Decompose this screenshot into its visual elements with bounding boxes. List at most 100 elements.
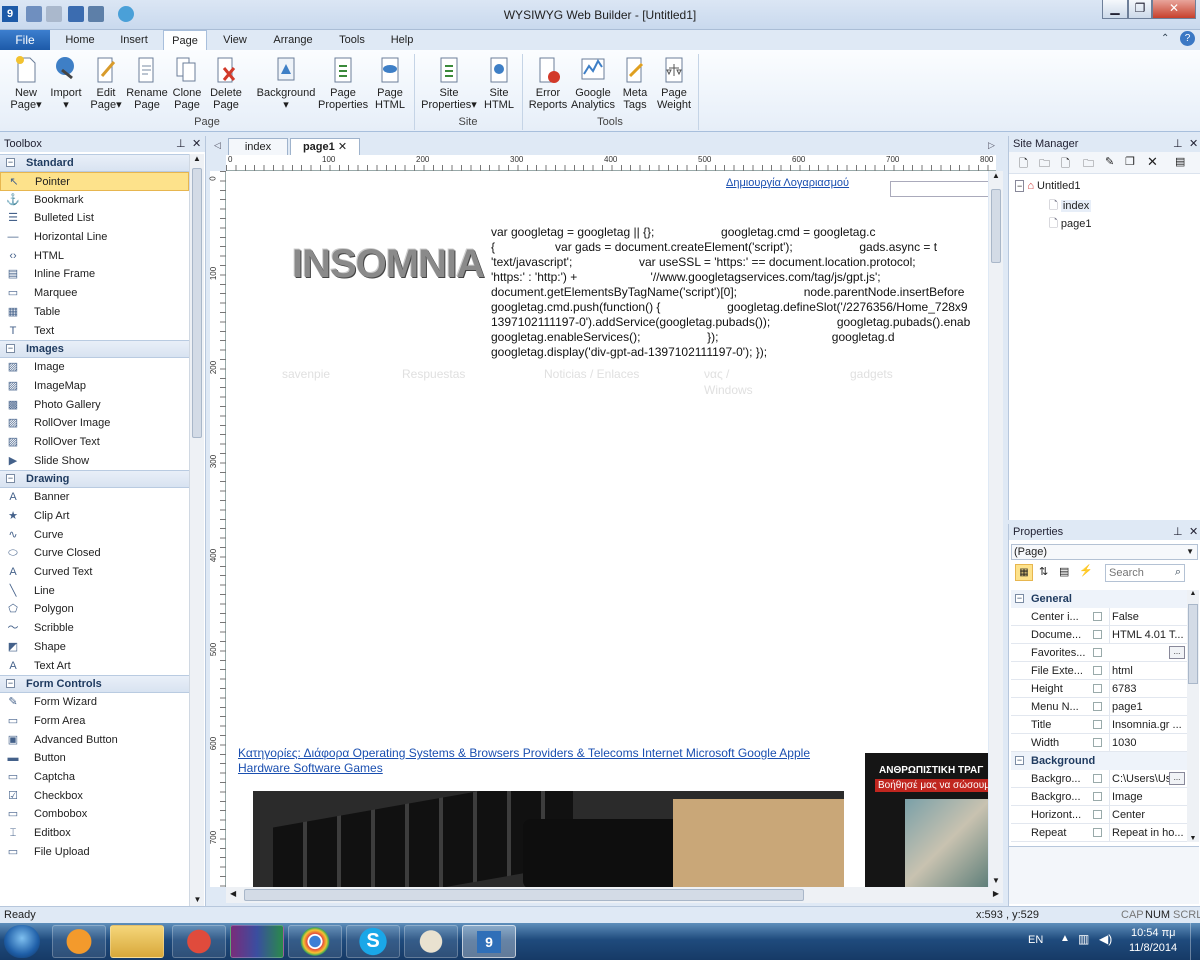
add-page-icon[interactable]: 🗋: [1019, 155, 1028, 174]
clock-time[interactable]: 10:54 πμ: [1131, 927, 1176, 939]
tool-text[interactable]: T Text: [0, 322, 189, 341]
property-value[interactable]: HTML 4.01 T...: [1109, 626, 1187, 644]
property-value[interactable]: Center: [1109, 806, 1187, 824]
scrollbar-thumb[interactable]: [1188, 604, 1198, 684]
rename-page-button[interactable]: Rename Page: [126, 52, 168, 116]
tab-scroll-right-icon[interactable]: ▷: [988, 140, 995, 151]
property-value[interactable]: 1030: [1109, 734, 1187, 752]
tool-curved-text[interactable]: A Curved Text: [0, 563, 189, 582]
tab-home[interactable]: Home: [58, 30, 102, 50]
site-html-button[interactable]: Site HTML: [480, 52, 518, 116]
property-value[interactable]: Insomnia.gr ...: [1109, 716, 1187, 734]
tool-form-wizard[interactable]: ✎ Form Wizard: [0, 693, 189, 712]
folder-icon[interactable]: 🗀: [1083, 155, 1094, 174]
winrar-icon[interactable]: [230, 925, 284, 958]
categories-line[interactable]: Κατηγορίες: Διάφορα Operating Systems & …: [238, 746, 810, 760]
property-value[interactable]: False: [1109, 608, 1187, 626]
property-value[interactable]: C:\Users\Us: [1109, 770, 1169, 788]
edit-page-icon[interactable]: ✎: [1105, 155, 1114, 168]
tool-shape[interactable]: ◩ Shape: [0, 638, 189, 657]
collapse-icon[interactable]: −: [1015, 756, 1024, 765]
tool-advanced-button[interactable]: ▣ Advanced Button: [0, 731, 189, 750]
minimize-button[interactable]: ▁: [1102, 0, 1128, 19]
new-page-button[interactable]: New Page▾: [6, 52, 46, 116]
close-icon[interactable]: ✕: [1189, 136, 1198, 152]
nav-item[interactable]: Windows: [704, 383, 753, 397]
clone-page-button[interactable]: Clone Page: [168, 52, 206, 116]
tool-editbox[interactable]: ⌶ Editbox: [0, 824, 189, 843]
article-image[interactable]: [253, 791, 844, 887]
humanitarian-banner[interactable]: ΑΝΘΡΩΠΙΣΤΙΚΗ ΤΡΑΓ Βοήθησέ μας να σώσουμ: [865, 753, 988, 887]
scroll-up-icon[interactable]: ▲: [1187, 590, 1199, 597]
property-search-box[interactable]: ⌕: [1105, 564, 1185, 582]
property-row[interactable]: Backgro... C:\Users\Us...: [1011, 770, 1187, 788]
sort-alpha-icon[interactable]: ⇅: [1039, 565, 1048, 578]
start-button[interactable]: [4, 925, 40, 958]
collapse-icon[interactable]: −: [1015, 594, 1024, 603]
tool-photo-gallery[interactable]: ▩ Photo Gallery: [0, 396, 189, 415]
help-icon[interactable]: ?: [1180, 31, 1195, 46]
tab-help[interactable]: Help: [380, 30, 424, 50]
close-button[interactable]: ✕: [1152, 0, 1196, 19]
tool-file-upload[interactable]: ▭ File Upload: [0, 843, 189, 862]
collapse-icon[interactable]: −: [6, 474, 15, 484]
add-folder-icon[interactable]: 🗀: [1039, 155, 1050, 174]
ellipsis-button[interactable]: ...: [1169, 772, 1185, 785]
categorized-icon[interactable]: ▦: [1015, 564, 1033, 581]
scrollbar-thumb[interactable]: [244, 889, 804, 901]
scroll-down-icon[interactable]: ▼: [989, 876, 1003, 885]
collapse-icon[interactable]: −: [6, 344, 15, 354]
tool-combobox[interactable]: ▭ Combobox: [0, 805, 189, 824]
doc-tab-page1[interactable]: page1 ✕: [290, 138, 360, 155]
pin-icon[interactable]: ⊥: [1173, 524, 1183, 540]
error-reports-button[interactable]: Error Reports: [526, 52, 570, 116]
ellipsis-button[interactable]: ...: [1169, 646, 1185, 659]
copy-page-icon[interactable]: ❐: [1125, 155, 1135, 168]
tool-curve[interactable]: ∿ Curve: [0, 526, 189, 545]
collapse-icon[interactable]: −: [6, 679, 15, 689]
property-row[interactable]: Title Insomnia.gr ...: [1011, 716, 1187, 734]
web-builder-icon[interactable]: 9: [462, 925, 516, 958]
site-logo[interactable]: INSOMNIA: [292, 241, 485, 287]
tool-text-art[interactable]: A Text Art: [0, 657, 189, 676]
tool-checkbox[interactable]: ☑ Checkbox: [0, 787, 189, 806]
scroll-left-icon[interactable]: ◀: [230, 889, 236, 898]
property-row[interactable]: Width 1030: [1011, 734, 1187, 752]
property-row[interactable]: Height 6783: [1011, 680, 1187, 698]
page-html-button[interactable]: Page HTML: [370, 52, 410, 116]
collapse-icon[interactable]: −: [1015, 180, 1025, 192]
search-input[interactable]: [1106, 565, 1168, 581]
property-row[interactable]: File Exte... html: [1011, 662, 1187, 680]
scroll-up-icon[interactable]: ▲: [989, 171, 1003, 180]
tool-polygon[interactable]: ⬠ Polygon: [0, 600, 189, 619]
scrollbar-thumb[interactable]: [192, 168, 202, 438]
property-row[interactable]: Docume... HTML 4.01 T...: [1011, 626, 1187, 644]
categories-line-2[interactable]: Hardware Software Games: [238, 761, 383, 775]
pin-icon[interactable]: ⊥: [1173, 136, 1183, 152]
page-properties-button[interactable]: Page Properties: [318, 52, 368, 116]
show-desktop-button[interactable]: [1190, 923, 1200, 960]
nav-item[interactable]: gadgets: [850, 367, 893, 381]
tree-root[interactable]: − ⌂ Untitled1: [1015, 180, 1080, 192]
clock-date[interactable]: 11/8/2014: [1129, 942, 1177, 954]
page-properties-icon[interactable]: ▤: [1175, 155, 1185, 168]
close-tab-icon[interactable]: ✕: [338, 141, 347, 153]
doc-tab-index[interactable]: index: [228, 138, 288, 155]
property-scrollbar[interactable]: ▲ ▼: [1187, 590, 1199, 842]
tool-imagemap[interactable]: ▨ ImageMap: [0, 377, 189, 396]
delete-page-button[interactable]: Delete Page: [206, 52, 246, 116]
scroll-up-icon[interactable]: ▲: [190, 154, 204, 163]
toolbox-section-form-controls[interactable]: − Form Controls: [0, 675, 189, 694]
events-icon[interactable]: ⚡: [1079, 564, 1093, 577]
file-explorer-icon[interactable]: [110, 925, 164, 958]
collapse-icon[interactable]: −: [6, 158, 15, 167]
volume-icon[interactable]: ◀): [1099, 932, 1112, 946]
toolbox-section-images[interactable]: − Images: [0, 340, 189, 359]
import-button[interactable]: Import ▾: [46, 52, 86, 116]
tab-scroll-left-icon[interactable]: ◁: [214, 140, 221, 151]
language-indicator[interactable]: EN: [1028, 934, 1043, 946]
tool-captcha[interactable]: ▭ Captcha: [0, 768, 189, 787]
category-general[interactable]: − General: [1011, 590, 1187, 608]
tool-scribble[interactable]: 〜 Scribble: [0, 619, 189, 638]
tool-html[interactable]: ‹› HTML: [0, 247, 189, 266]
